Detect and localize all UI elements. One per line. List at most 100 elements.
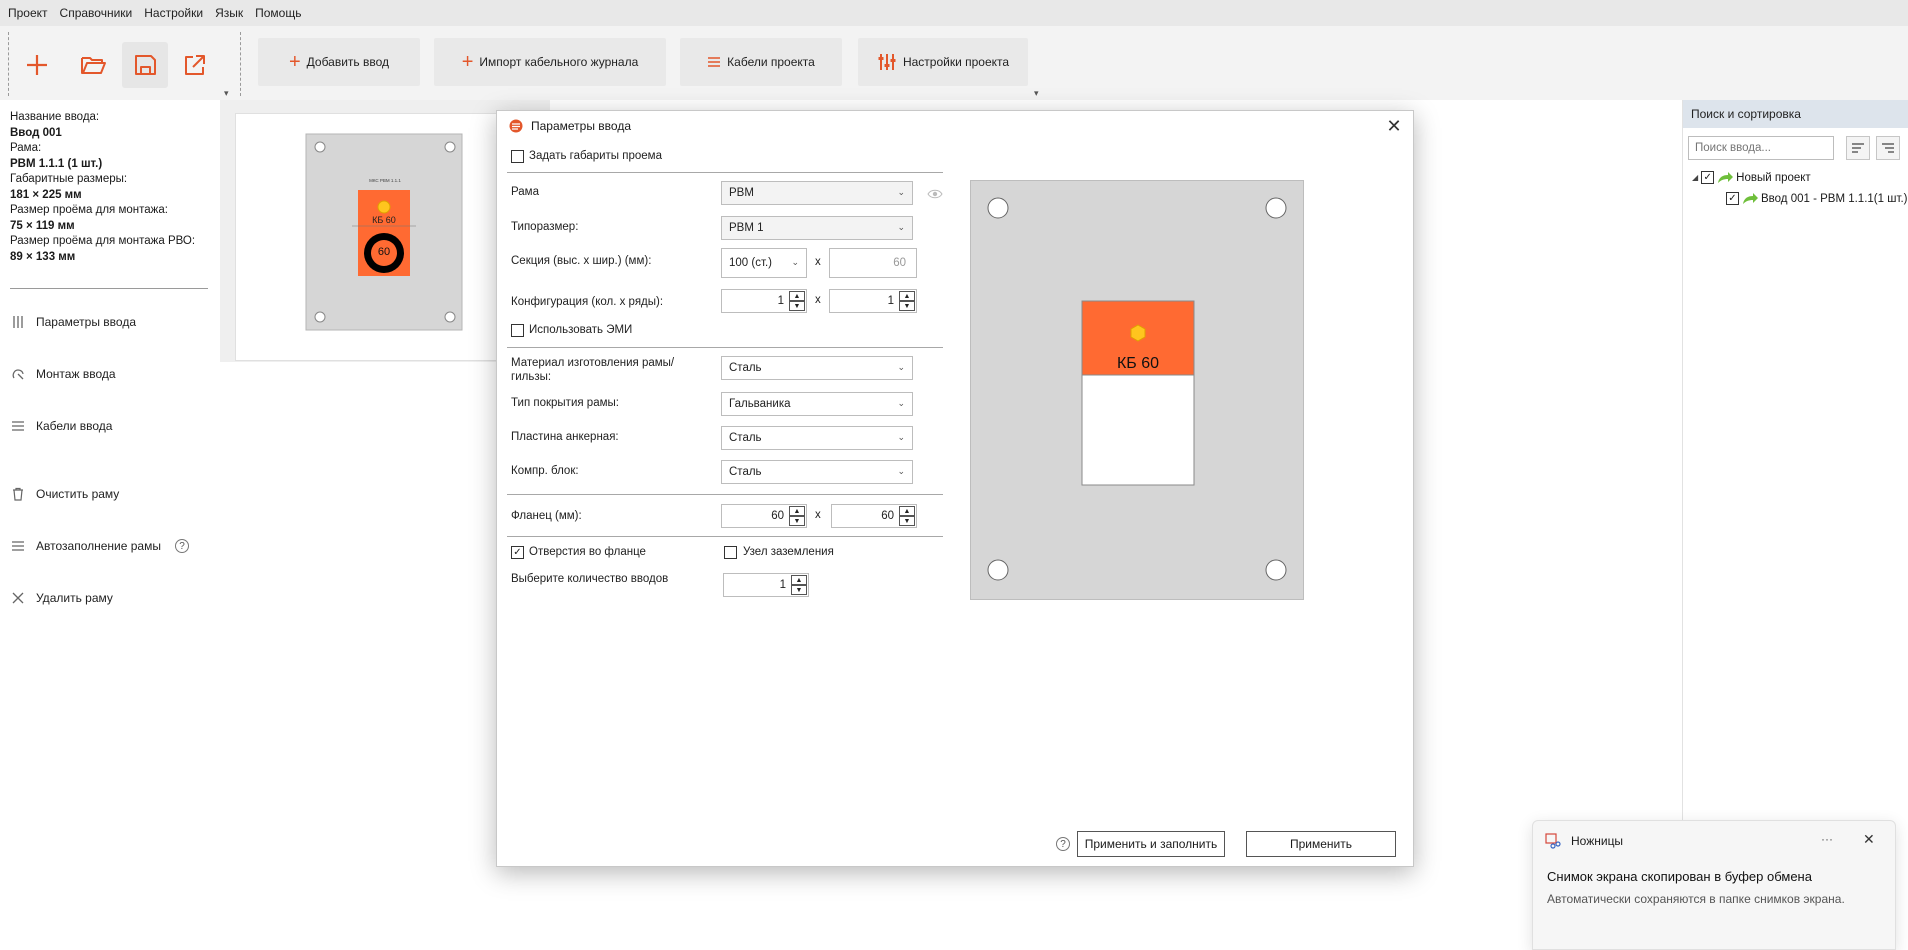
- apply-fill-button[interactable]: Применить и заполнить: [1077, 831, 1225, 857]
- more-icon[interactable]: ···: [1821, 832, 1833, 846]
- frame-drawing: [970, 180, 1304, 600]
- frame-label: Рама: [511, 186, 539, 198]
- menu-item-help[interactable]: Помощь: [251, 6, 309, 20]
- close-icon[interactable]: ✕: [1863, 831, 1875, 848]
- nav-entry-cables[interactable]: Кабели ввода: [10, 418, 112, 434]
- project-cables-label: Кабели проекта: [727, 55, 815, 69]
- new-project-button[interactable]: [14, 42, 60, 88]
- eye-icon[interactable]: [927, 188, 943, 200]
- config-rows-value: 1: [887, 295, 894, 307]
- search-sort-header: Поиск и сортировка: [1683, 100, 1908, 128]
- toolbar-overflow-caret[interactable]: ▾: [1034, 88, 1039, 99]
- stepper-spin[interactable]: ▲ ▼: [899, 291, 915, 311]
- times-sign: x: [815, 294, 821, 306]
- flange-b-value: 60: [881, 510, 894, 522]
- frame-select-value: РВМ: [729, 187, 754, 199]
- save-project-button[interactable]: [122, 42, 168, 88]
- nav-entry-mount[interactable]: Монтаж ввода: [10, 366, 116, 382]
- config-rows-stepper[interactable]: 1 ▲ ▼: [829, 289, 917, 313]
- size-select[interactable]: РВМ 1 ⌄: [721, 216, 913, 240]
- toolbar-grip: [8, 32, 9, 96]
- list-icon: [708, 57, 721, 67]
- chevron-down-icon: ⌄: [897, 187, 905, 197]
- nav-autofill-frame[interactable]: Автозаполнение рамы ?: [10, 538, 189, 554]
- toolbar-overflow-caret[interactable]: ▾: [224, 88, 229, 99]
- add-entry-button[interactable]: + Добавить ввод: [258, 38, 420, 86]
- use-emi-checkbox[interactable]: [511, 324, 524, 337]
- toast-app-name: Ножницы: [1571, 834, 1624, 848]
- section-width-field[interactable]: 60: [829, 248, 917, 278]
- arrow-icon: [1718, 171, 1734, 183]
- help-icon[interactable]: ?: [174, 539, 189, 553]
- menu-item-language[interactable]: Язык: [211, 6, 251, 20]
- count-stepper[interactable]: 1 ▲ ▼: [723, 573, 809, 597]
- add-entry-label: Добавить ввод: [306, 55, 390, 69]
- nav-delete-frame[interactable]: Удалить раму: [10, 590, 113, 606]
- anchor-select[interactable]: Сталь ⌄: [721, 426, 913, 450]
- snipping-toast[interactable]: Ножницы ··· ✕ Снимок экрана скопирован в…: [1532, 820, 1896, 950]
- tree-node-project[interactable]: ◢ ✓ Новый проект: [1692, 171, 1811, 184]
- count-label: Выберите количество вводов: [511, 573, 669, 585]
- project-settings-button[interactable]: Настройки проекта: [858, 38, 1028, 86]
- use-emi-label: Использовать ЭМИ: [529, 324, 633, 336]
- config-cols-value: 1: [777, 295, 784, 307]
- frame-preview-card[interactable]: МКС РВМ 1.1.1 КБ 60 60: [235, 113, 515, 361]
- export-icon: [185, 55, 205, 75]
- stepper-spin[interactable]: ▲ ▼: [791, 575, 807, 595]
- coating-select[interactable]: Гальваника ⌄: [721, 392, 913, 416]
- import-journal-label: Импорт кабельного журнала: [479, 55, 639, 69]
- help-icon[interactable]: ?: [1056, 837, 1070, 851]
- tree-checkbox[interactable]: ✓: [1726, 192, 1739, 205]
- dimensions-label: Габаритные размеры:: [10, 173, 128, 185]
- flange-b-stepper[interactable]: 60 ▲ ▼: [831, 504, 917, 528]
- frame-label: Рама:: [10, 142, 42, 154]
- sort-button[interactable]: [1846, 136, 1870, 160]
- tree-node-entry[interactable]: ✓ Ввод 001 - РВМ 1.1.1(1 шт.): [1726, 192, 1907, 205]
- material-select[interactable]: Сталь ⌄: [721, 356, 913, 380]
- count-value: 1: [779, 579, 786, 591]
- opening-rvo-label: Размер проёма для монтажа РВО:: [10, 235, 196, 247]
- size-select-value: РВМ 1: [729, 222, 764, 234]
- search-input[interactable]: [1688, 136, 1834, 160]
- section-height-select[interactable]: 100 (ст.) ⌄: [721, 248, 807, 278]
- nav-clear-frame[interactable]: Очистить раму: [10, 486, 119, 502]
- config-cols-stepper[interactable]: 1 ▲ ▼: [721, 289, 807, 313]
- sort-desc-button[interactable]: [1876, 136, 1900, 160]
- stepper-spin[interactable]: ▲ ▼: [899, 506, 915, 526]
- apply-button[interactable]: Применить: [1246, 831, 1396, 857]
- nav-entry-params[interactable]: Параметры ввода: [10, 314, 136, 330]
- dimensions-value: 181 × 225 мм: [10, 188, 82, 201]
- nav-entry-mount-label: Монтаж ввода: [36, 367, 116, 381]
- import-journal-button[interactable]: + Импорт кабельного журнала: [434, 38, 666, 86]
- anchor-label: Пластина анкерная:: [511, 431, 619, 443]
- grounding-checkbox[interactable]: [724, 546, 737, 559]
- material-select-value: Сталь: [729, 362, 762, 374]
- nav-autofill-frame-label: Автозаполнение рамы: [36, 539, 161, 553]
- stepper-spin[interactable]: ▲ ▼: [789, 291, 805, 311]
- expand-icon[interactable]: ◢: [1692, 173, 1698, 182]
- tree-checkbox[interactable]: ✓: [1701, 171, 1715, 184]
- material-label: Материал изготовления рамы/ гильзы:: [511, 357, 675, 383]
- menu-item-settings[interactable]: Настройки: [140, 6, 211, 20]
- open-project-button[interactable]: [70, 42, 116, 88]
- comp-block-select[interactable]: Сталь ⌄: [721, 460, 913, 484]
- entry-info: Название ввода: Ввод 001 Рама: РВМ 1.1.1…: [10, 110, 210, 265]
- folder-open-icon: [81, 57, 106, 74]
- export-button[interactable]: [172, 42, 218, 88]
- flange-a-stepper[interactable]: 60 ▲ ▼: [721, 504, 807, 528]
- project-cables-button[interactable]: Кабели проекта: [680, 38, 842, 86]
- set-opening-dims-checkbox[interactable]: [511, 150, 524, 163]
- entry-name-value: Ввод 001: [10, 126, 62, 139]
- menu-item-references[interactable]: Справочники: [56, 6, 141, 20]
- times-sign: x: [815, 256, 821, 268]
- chevron-down-icon: ⌄: [897, 362, 905, 372]
- frame-select[interactable]: РВМ ⌄: [721, 181, 913, 205]
- close-icon[interactable]: ✕: [1383, 115, 1405, 137]
- divider: [507, 347, 943, 348]
- opening-label: Размер проёма для монтажа:: [10, 204, 168, 216]
- menu-item-project[interactable]: Проект: [4, 6, 56, 20]
- flange-holes-checkbox[interactable]: ✓: [511, 546, 524, 559]
- stepper-spin[interactable]: ▲ ▼: [789, 506, 805, 526]
- flange-a-value: 60: [771, 510, 784, 522]
- section-label: Секция (выс. х шир.) (мм):: [511, 255, 652, 267]
